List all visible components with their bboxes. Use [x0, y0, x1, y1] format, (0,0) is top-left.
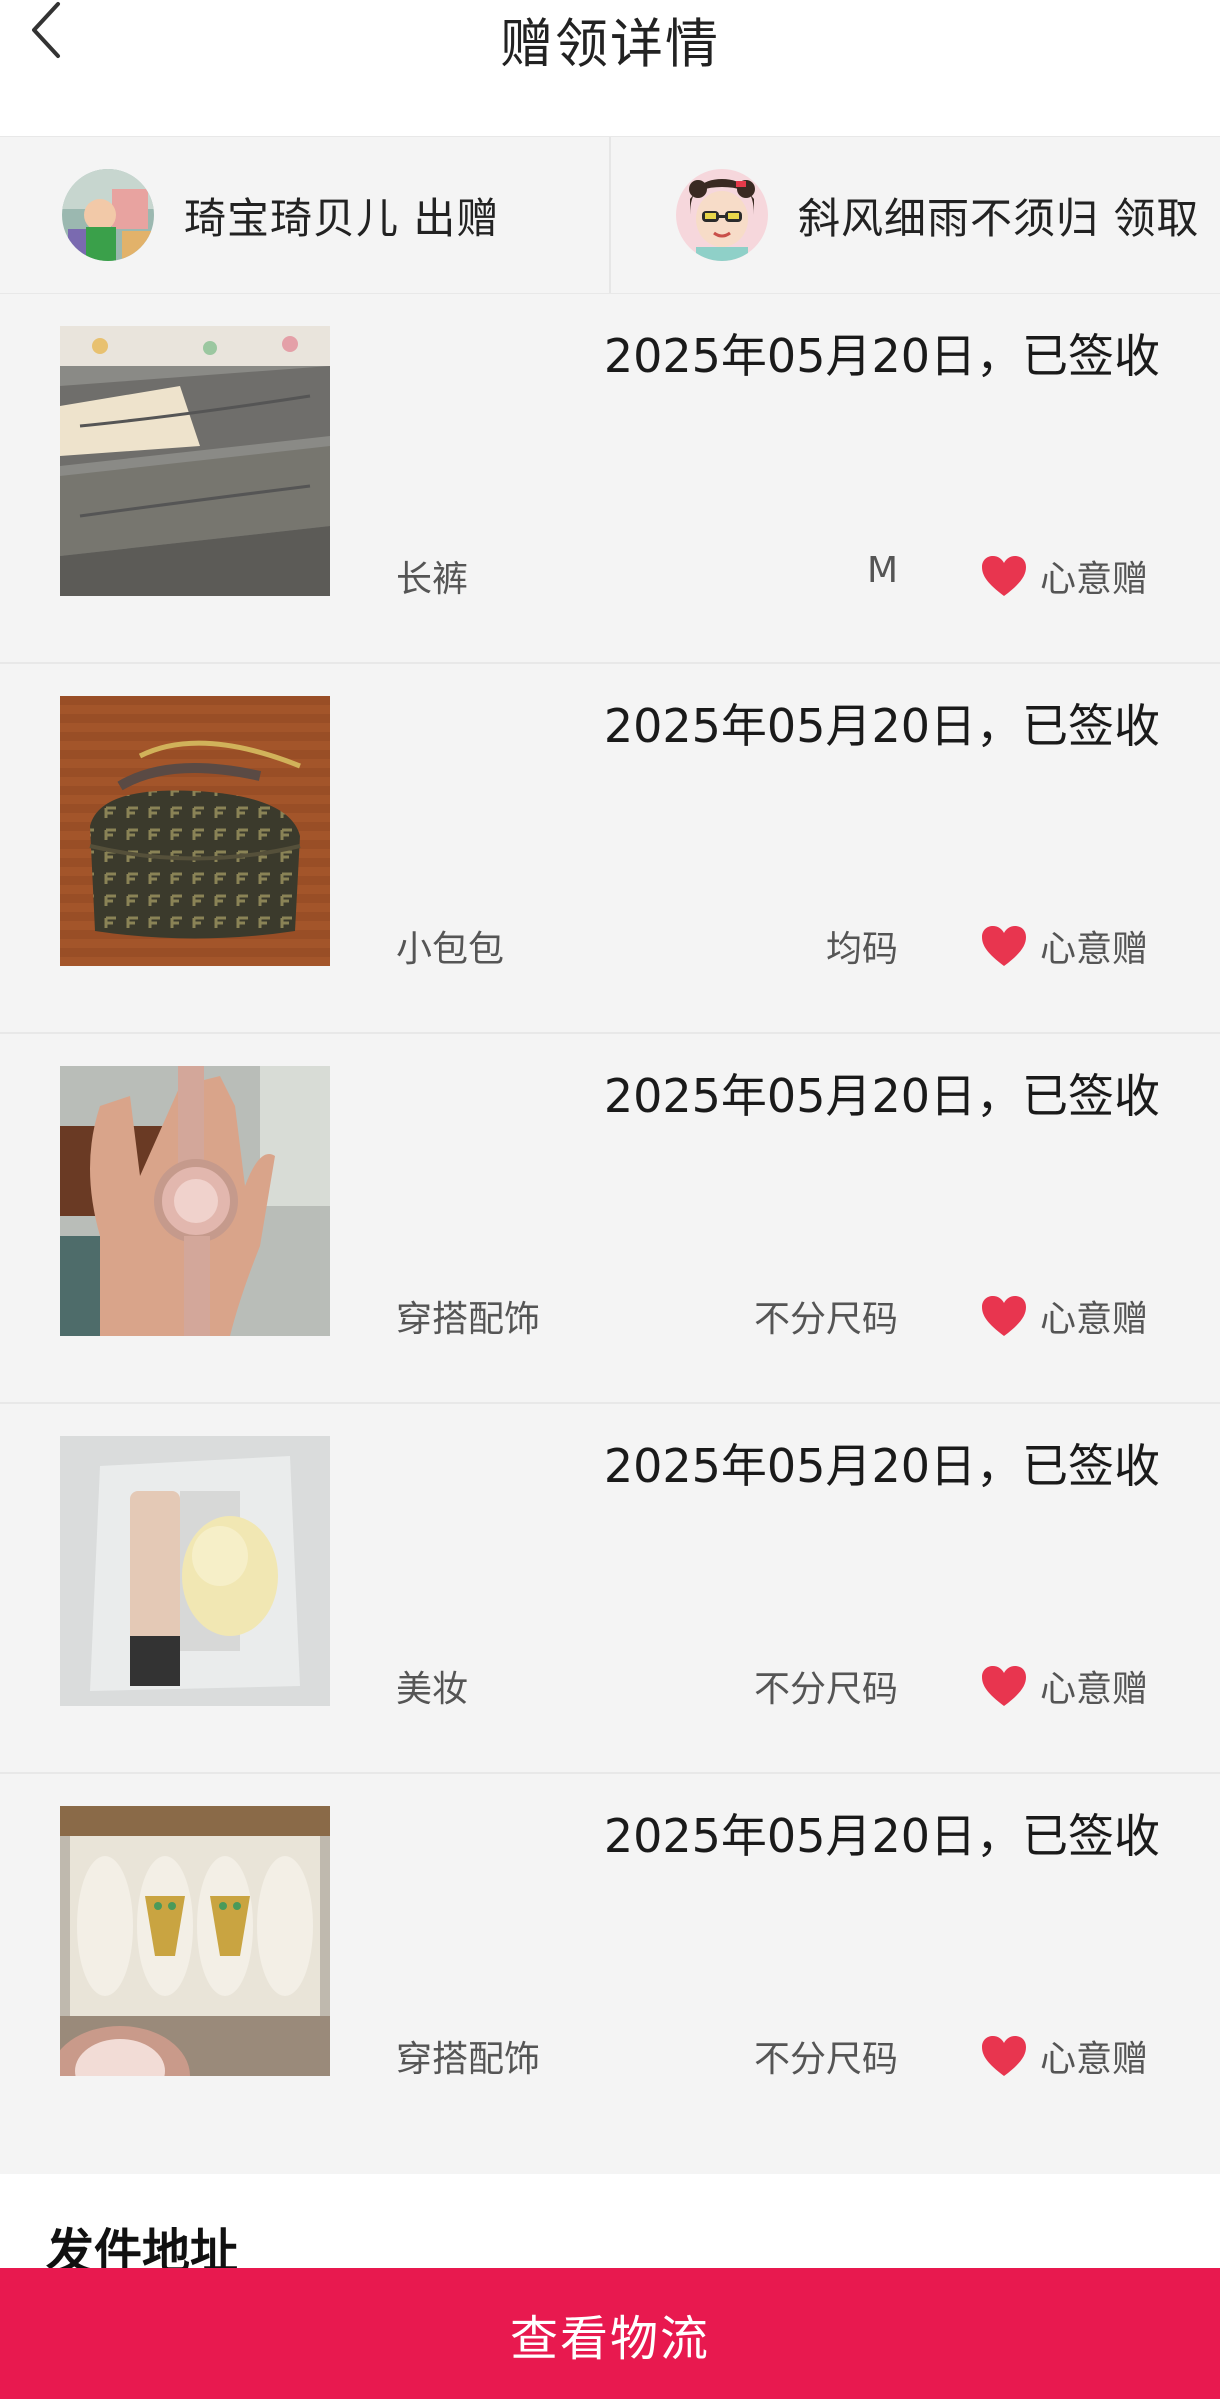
list-item[interactable]: 2025年05月20日，已签收 小包包 均码 心意赠 [0, 664, 1220, 1034]
gift-tag: 心意赠 [980, 920, 1148, 972]
item-size: 均码 [825, 929, 898, 970]
item-photo-pants[interactable] [60, 326, 330, 596]
gift-tag-label: 心意赠 [1040, 1299, 1149, 1340]
gift-tag: 心意赠 [980, 550, 1148, 602]
gift-tag: 心意赠 [980, 2030, 1148, 2082]
giver-name: 琦宝琦贝儿 [184, 193, 400, 243]
giver-info[interactable]: 琦宝琦贝儿 出赠 [62, 137, 499, 293]
heart-icon [982, 1296, 1026, 1336]
gift-tag-label: 心意赠 [1040, 929, 1149, 970]
heart-icon [982, 926, 1026, 966]
list-item[interactable]: 2025年05月20日，已签收 美妆 不分尺码 心意赠 [0, 1404, 1220, 1774]
item-date-status: 2025年05月20日，已签收 [603, 1069, 1160, 1123]
receiver-info[interactable]: 斜风细雨不须归 领取 [676, 137, 1199, 293]
item-category: 穿搭配饰 [396, 2039, 541, 2080]
item-photo-bag[interactable] [60, 696, 330, 966]
header: 赠领详情 [0, 0, 1220, 136]
item-photo-makeup[interactable] [60, 1436, 330, 1706]
parties-bar: 琦宝琦贝儿 出赠 斜风细雨不须归 领取 [0, 136, 1220, 294]
item-date-status: 2025年05月20日，已签收 [603, 1439, 1160, 1493]
gift-tag-label: 心意赠 [1040, 559, 1149, 600]
item-size: 不分尺码 [753, 1299, 898, 1340]
receiver-avatar [676, 169, 768, 261]
list-item[interactable]: 2025年05月20日，已签收 穿搭配饰 不分尺码 心意赠 [0, 1774, 1220, 2174]
item-size: 不分尺码 [753, 2039, 898, 2080]
list-item[interactable]: 2025年05月20日，已签收 穿搭配饰 不分尺码 心意赠 [0, 1034, 1220, 1404]
list-item[interactable]: 2025年05月20日，已签收 长裤 M 心意赠 [0, 294, 1220, 664]
heart-icon [982, 556, 1026, 596]
receiver-action: 领取 [1113, 193, 1200, 243]
item-list: 2025年05月20日，已签收 长裤 M 心意赠 2025年05月20日，已签收… [0, 294, 1220, 2174]
divider [609, 137, 611, 293]
item-date-status: 2025年05月20日，已签收 [603, 699, 1160, 753]
item-photo-watch[interactable] [60, 1066, 330, 1336]
item-date-status: 2025年05月20日，已签收 [603, 1809, 1160, 1863]
gift-tag: 心意赠 [980, 1290, 1148, 1342]
heart-icon [982, 2036, 1026, 2076]
item-date-status: 2025年05月20日，已签收 [603, 329, 1160, 383]
item-category: 穿搭配饰 [396, 1299, 541, 1340]
gift-tag: 心意赠 [980, 1660, 1148, 1712]
heart-icon [982, 1666, 1026, 1706]
gift-tag-label: 心意赠 [1040, 2039, 1149, 2080]
giver-avatar [62, 169, 154, 261]
view-logistics-button[interactable]: 查看物流 [0, 2268, 1220, 2399]
page-title: 赠领详情 [500, 14, 720, 75]
item-category: 美妆 [396, 1669, 469, 1710]
item-photo-jewelry[interactable] [60, 1806, 330, 2076]
receiver-name: 斜风细雨不须归 [798, 193, 1100, 243]
item-size: 不分尺码 [753, 1669, 898, 1710]
giver-action: 出赠 [413, 193, 500, 243]
item-category: 长裤 [396, 559, 469, 600]
item-category: 小包包 [396, 929, 505, 970]
gift-tag-label: 心意赠 [1040, 1669, 1149, 1710]
address-section: 发件地址 [0, 2182, 1220, 2282]
item-size: M [866, 550, 898, 591]
